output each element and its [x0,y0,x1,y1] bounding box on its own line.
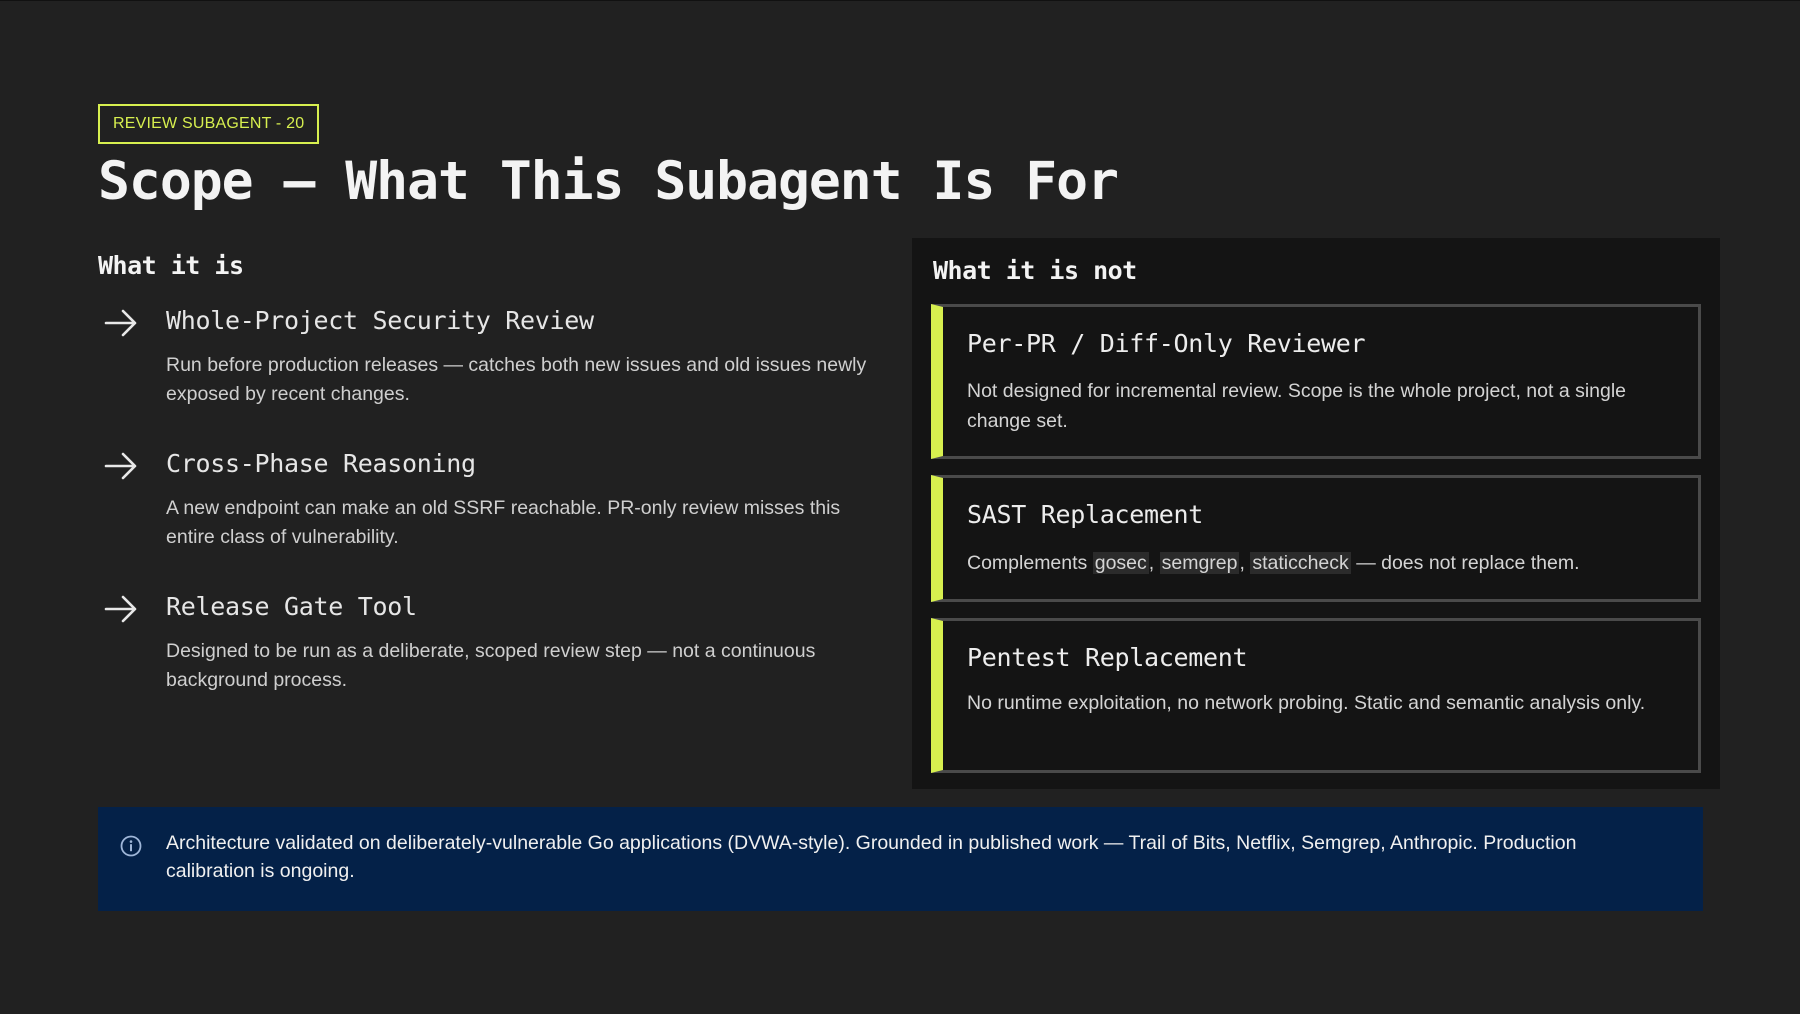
card-description: No runtime exploitation, no network prob… [967,692,1646,714]
not-card-pentest: Pentest Replacement No runtime exploitat… [931,618,1701,773]
not-card-per-pr: Per-PR / Diff-Only Reviewer Not designed… [931,304,1701,459]
what-it-is-not-panel: What it is not Per-PR / Diff-Only Review… [912,238,1720,789]
page-title: Scope — What This Subagent Is For [98,151,1119,212]
list-item: Cross-Phase Reasoning A new endpoint can… [98,449,878,552]
info-icon [120,835,142,857]
arrow-right-icon [104,452,137,480]
list-item: Whole-Project Security Review Run before… [98,306,878,409]
info-banner: Architecture validated on deliberately-v… [98,807,1703,911]
item-description: A new endpoint can make an old SSRF reac… [166,497,841,548]
slide-badge: REVIEW SUBAGENT - 20 [98,104,320,144]
what-it-is-column: What it is Whole-Project Security Review… [98,251,878,695]
code-staticcheck: staticcheck [1250,552,1351,574]
code-gosec: gosec [1092,552,1149,574]
card-title: SAST Replacement [967,500,1204,529]
card-description: Complements gosec, semgrep, staticcheck … [967,548,1687,578]
card-title: Per-PR / Diff-Only Reviewer [967,329,1366,358]
item-title: Cross-Phase Reasoning [166,449,476,478]
slide: REVIEW SUBAGENT - 20 Scope — What This S… [0,0,1800,1014]
code-semgrep: semgrep [1159,552,1240,574]
info-text: Architecture validated on deliberately-v… [166,832,1577,882]
not-card-sast: SAST Replacement Complements gosec, semg… [931,475,1701,602]
item-description: Run before production releases — catches… [166,354,867,405]
separator: , [1148,552,1160,574]
arrow-right-icon [104,309,137,337]
arrow-right-icon [104,595,137,623]
desc-suffix: — does not replace them. [1350,552,1580,574]
item-title: Release Gate Tool [166,592,417,621]
item-description: Designed to be run as a deliberate, scop… [166,640,816,691]
item-title: Whole-Project Security Review [166,306,594,335]
card-title: Pentest Replacement [967,643,1248,672]
list-item: Release Gate Tool Designed to be run as … [98,592,878,695]
separator: , [1239,552,1251,574]
desc-prefix: Complements [967,552,1093,574]
card-description: Not designed for incremental review. Sco… [967,380,1627,432]
what-it-is-heading: What it is [98,251,244,280]
what-it-is-not-heading: What it is not [933,256,1137,285]
